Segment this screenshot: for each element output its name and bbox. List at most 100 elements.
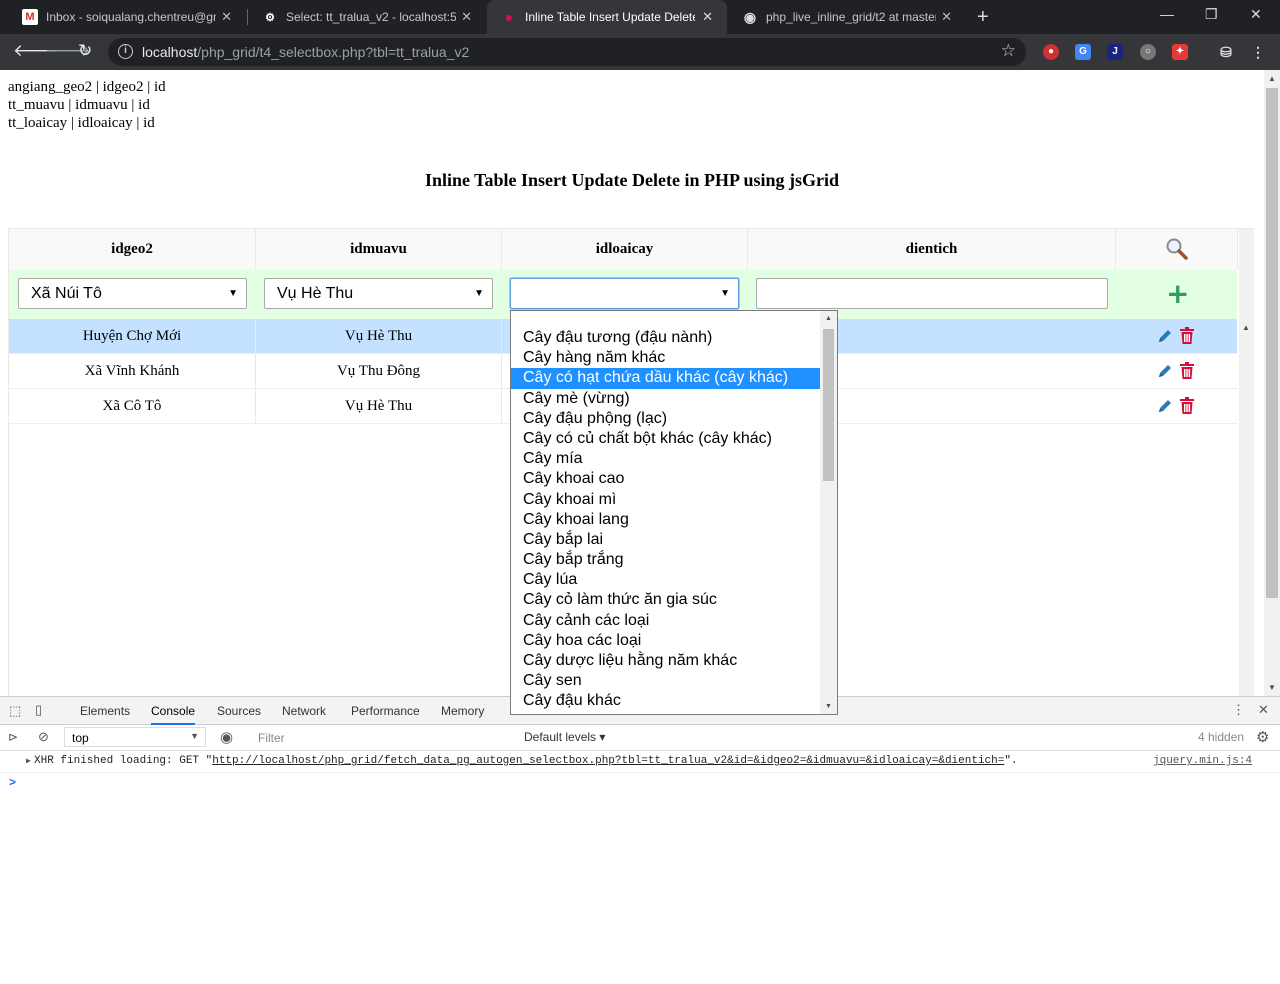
option-item[interactable]: Cây sen xyxy=(511,671,821,691)
idloaicay-options-list[interactable]: Cây đậu tương (đậu nành) Cây hàng năm kh… xyxy=(510,310,838,715)
close-tab-icon[interactable]: ✕ xyxy=(941,9,952,25)
reload-icon[interactable]: ↻ xyxy=(78,41,92,61)
close-window-icon[interactable]: ✕ xyxy=(1250,6,1262,23)
column-header-idgeo2[interactable]: idgeo2 xyxy=(9,229,256,270)
delete-icon[interactable] xyxy=(1179,362,1195,380)
option-item[interactable]: Cây bắp lai xyxy=(511,530,821,550)
log-url-link[interactable]: http://localhost/php_grid/fetch_data_pg_… xyxy=(212,755,1004,767)
close-devtools-icon[interactable]: ✕ xyxy=(1258,702,1269,718)
scroll-down-arrow-icon[interactable]: ▼ xyxy=(825,703,832,710)
option-item[interactable]: Cây lúa xyxy=(511,570,821,590)
close-tab-icon[interactable]: ✕ xyxy=(461,9,472,25)
edit-icon[interactable] xyxy=(1157,398,1173,414)
kebab-menu-icon[interactable]: ⋮ xyxy=(1250,44,1266,60)
log-message: XHR finished loading: GET "http://localh… xyxy=(34,755,1018,767)
cell-idgeo2: Huyện Chợ Mới xyxy=(9,319,256,354)
option-item[interactable]: Cây hàng năm khác xyxy=(511,348,821,368)
restore-icon[interactable]: ❐ xyxy=(1205,6,1218,23)
devtools-tab-sources[interactable]: Sources xyxy=(217,697,261,725)
option-item-highlighted[interactable]: Cây có hạt chứa dầu khác (cây khác) xyxy=(511,368,821,389)
minimize-icon[interactable]: — xyxy=(1160,6,1174,22)
column-header-idmuavu[interactable]: idmuavu xyxy=(256,229,502,270)
address-bar[interactable]: i localhost/php_grid/t4_selectbox.php?tb… xyxy=(108,38,1026,66)
option-item[interactable]: Cây mía xyxy=(511,449,821,469)
devtools-menu-icon[interactable]: ⋮ xyxy=(1232,702,1245,718)
option-item[interactable]: Cây có củ chất bột khác (cây khác) xyxy=(511,429,821,449)
scroll-down-arrow-icon[interactable]: ▼ xyxy=(1268,683,1276,692)
device-toolbar-icon[interactable]: ▯ xyxy=(35,702,42,718)
extension-puzzle-icon[interactable]: ✦ xyxy=(1172,44,1188,60)
devtools-panel: ⬚ ▯ Elements Console Sources Network Per… xyxy=(0,696,1280,984)
log-source-link[interactable]: jquery.min.js:4 xyxy=(1153,755,1252,767)
clear-console-icon[interactable]: ⊘ xyxy=(38,729,49,745)
tab-gmail[interactable]: M Inbox - soiqualang.chentreu@gm ✕ xyxy=(8,0,246,34)
info-line: angiang_geo2 | idgeo2 | id xyxy=(8,79,166,95)
expand-triangle-icon[interactable]: ▶ xyxy=(26,756,31,766)
options-container: Cây đậu tương (đậu nành) Cây hàng năm kh… xyxy=(511,328,837,712)
tab-inline-table[interactable]: ● Inline Table Insert Update Delete ✕ xyxy=(487,0,727,34)
close-tab-icon[interactable]: ✕ xyxy=(702,9,713,25)
column-header-dientich[interactable]: dientich xyxy=(748,229,1116,270)
column-header-idloaicay[interactable]: idloaicay xyxy=(502,229,748,270)
log-suffix: ". xyxy=(1004,755,1018,767)
tab-pgadmin[interactable]: ⚙ Select: tt_tralua_v2 - localhost:54 ✕ xyxy=(248,0,486,34)
close-tab-icon[interactable]: ✕ xyxy=(221,9,232,25)
idmuavu-select[interactable]: Vụ Hè Thu ▼ xyxy=(264,278,493,309)
idgeo2-select[interactable]: Xã Núi Tô ▼ xyxy=(18,278,247,309)
edit-icon[interactable] xyxy=(1157,328,1173,344)
scroll-up-arrow-icon[interactable]: ▲ xyxy=(825,315,832,322)
devtools-tab-console[interactable]: Console xyxy=(151,697,196,725)
context-selector[interactable]: top ▼ xyxy=(64,727,206,747)
option-item[interactable]: Cây hoa các loại xyxy=(511,631,821,651)
sidebar-toggle-icon[interactable]: ⊳ xyxy=(8,730,18,744)
devtools-tab-elements[interactable]: Elements xyxy=(80,697,130,725)
devtools-tab-memory[interactable]: Memory xyxy=(441,697,484,725)
page-scrollbar[interactable]: ▲ ▼ xyxy=(1264,70,1280,696)
options-scrollbar[interactable]: ▲ ▼ xyxy=(820,311,837,714)
grid-scrollbar[interactable]: ▲ xyxy=(1239,229,1254,696)
devtools-tab-performance[interactable]: Performance xyxy=(351,697,420,725)
option-item[interactable]: Cây bắp trắng xyxy=(511,550,821,570)
option-item[interactable]: Cây đậu tương (đậu nành) xyxy=(511,328,821,348)
option-item[interactable]: Cây dược liệu hằng năm khác xyxy=(511,651,821,671)
option-item[interactable]: Cây đậu phộng (lạc) xyxy=(511,409,821,429)
extension-adblock-icon[interactable]: ● xyxy=(1043,44,1059,60)
gear-icon[interactable]: ⚙ xyxy=(1256,728,1269,746)
search-toggle-button[interactable] xyxy=(1116,229,1238,270)
tab-github[interactable]: ◉ php_live_inline_grid/t2 at master ✕ xyxy=(728,0,966,34)
info-icon[interactable]: i xyxy=(118,44,133,59)
extension-j-icon[interactable]: J xyxy=(1107,44,1123,60)
scrollbar-thumb[interactable] xyxy=(1266,88,1278,598)
devtools-tab-network[interactable]: Network xyxy=(282,697,326,725)
console-prompt[interactable]: > xyxy=(9,775,16,789)
cell-idmuavu: Vụ Hè Thu xyxy=(256,389,502,424)
scrollbar-thumb[interactable] xyxy=(823,329,834,481)
option-item[interactable]: Cây khoai lang xyxy=(511,510,821,530)
extension-translate-icon[interactable]: G xyxy=(1075,44,1091,60)
cell-idmuavu: Vụ Thu Đông xyxy=(256,354,502,389)
option-item[interactable]: Cây mè (vừng) xyxy=(511,389,821,409)
extension-menu-icon[interactable]: ⛁ xyxy=(1218,44,1234,60)
log-levels-select[interactable]: Default levels ▾ xyxy=(524,730,605,744)
option-item[interactable]: Cây khoai mì xyxy=(511,490,821,510)
console-filter-input[interactable]: Filter xyxy=(250,727,516,747)
info-line: tt_muavu | idmuavu | id xyxy=(8,97,150,113)
edit-icon[interactable] xyxy=(1157,363,1173,379)
scroll-up-arrow-icon[interactable]: ▲ xyxy=(1242,323,1250,332)
option-item[interactable]: Cây đậu khác xyxy=(511,691,821,711)
delete-icon[interactable] xyxy=(1179,327,1195,345)
dientich-input[interactable] xyxy=(756,278,1108,309)
option-item[interactable]: Cây khoai cao xyxy=(511,469,821,489)
scroll-up-arrow-icon[interactable]: ▲ xyxy=(1268,74,1276,83)
option-item[interactable]: Cây cỏ làm thức ăn gia súc xyxy=(511,590,821,610)
option-item[interactable]: Cây cảnh các loại xyxy=(511,611,821,631)
idloaicay-select[interactable]: ▼ xyxy=(510,278,739,309)
new-tab-button[interactable]: + xyxy=(977,6,989,29)
add-icon[interactable]: + xyxy=(1166,280,1189,308)
context-value: top xyxy=(72,731,89,745)
eye-icon[interactable]: ◉ xyxy=(220,728,233,746)
delete-icon[interactable] xyxy=(1179,397,1195,415)
extension-lightbulb-icon[interactable]: ○ xyxy=(1140,44,1156,60)
inspect-element-icon[interactable]: ⬚ xyxy=(9,703,21,719)
bookmark-star-icon[interactable]: ☆ xyxy=(1001,41,1016,61)
